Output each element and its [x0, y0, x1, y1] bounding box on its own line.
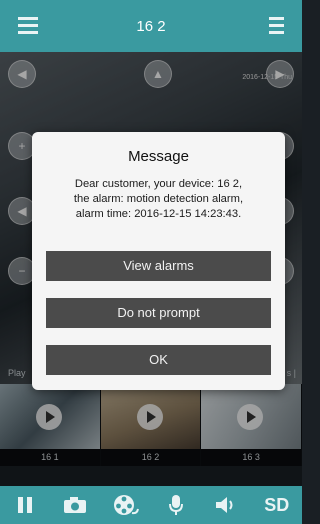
dialog-message-line: the alarm: motion detection alarm,: [73, 193, 244, 205]
reel-icon[interactable]: [109, 490, 143, 520]
do-not-prompt-button[interactable]: Do not prompt: [46, 298, 271, 328]
view-alarms-button[interactable]: View alarms: [46, 251, 271, 281]
page-title: 16 2: [136, 17, 166, 35]
camera-icon[interactable]: [58, 490, 92, 520]
dialog-message: Dear customer, your device: 16 2, the al…: [46, 177, 271, 222]
speaker-icon[interactable]: [209, 490, 243, 520]
dialog-title: Message: [128, 148, 189, 165]
pause-icon[interactable]: [8, 490, 42, 520]
dialog-message-line: Dear customer, your device: 16 2,: [74, 178, 243, 190]
microphone-icon[interactable]: [159, 490, 193, 520]
menu-icon[interactable]: [18, 17, 38, 35]
dialog-message-line: alarm time: 2016-12-15 14:23:43.: [75, 208, 242, 220]
bottom-toolbar: SD: [0, 486, 302, 524]
top-bar: 16 2: [0, 0, 302, 52]
alarm-message-dialog: Message Dear customer, your device: 16 2…: [32, 132, 285, 390]
list-icon[interactable]: [262, 17, 284, 35]
ok-button[interactable]: OK: [46, 345, 271, 375]
sd-card-button[interactable]: SD: [260, 490, 294, 520]
